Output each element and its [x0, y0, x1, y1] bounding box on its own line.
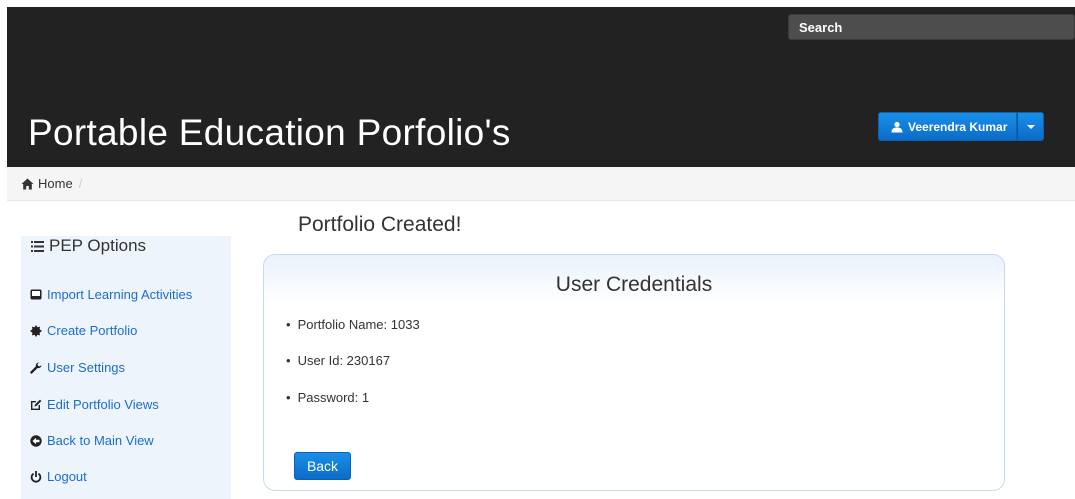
user-icon	[891, 121, 903, 132]
credentials-panel: User Credentials • Portfolio Name: 1033 …	[263, 254, 1005, 491]
credential-text: Portfolio Name: 1033	[297, 317, 420, 332]
user-menu-caret-button[interactable]	[1017, 112, 1045, 141]
breadcrumb: Home /	[7, 167, 1075, 201]
user-menu-button[interactable]: Veerendra Kumar	[878, 112, 1018, 141]
sidebar-title: PEP Options	[31, 236, 146, 256]
list-item: • Password: 1	[286, 390, 369, 405]
edit-icon	[31, 399, 42, 410]
back-button[interactable]: Back	[294, 452, 351, 480]
sidebar-item-label: Edit Portfolio Views	[47, 397, 159, 412]
credential-text: User Id: 230167	[297, 353, 391, 368]
list-icon	[31, 240, 44, 252]
certificate-icon	[30, 324, 42, 337]
caret-down-icon	[1026, 124, 1035, 129]
back-circle-icon	[30, 434, 42, 447]
sidebar-item-label: Create Portfolio	[47, 323, 138, 338]
home-icon	[21, 178, 34, 189]
breadcrumb-separator: /	[78, 176, 83, 191]
sidebar-item-back-to-main-view[interactable]: Back to Main View	[30, 433, 154, 448]
app-title: Portable Education Porfolio's	[28, 112, 511, 153]
sidebar-item-label: Logout	[47, 469, 87, 484]
sidebar-item-label: Import Learning Activities	[47, 287, 193, 302]
sidebar-item-create-portfolio[interactable]: Create Portfolio	[30, 323, 137, 338]
sidebar-item-label: Back to Main View	[47, 433, 154, 448]
top-navbar: Portable Education Porfolio's Veerendra …	[7, 7, 1075, 167]
user-menu: Veerendra Kumar	[878, 112, 1045, 141]
bullet-icon: •	[286, 353, 291, 368]
wrench-icon	[30, 361, 42, 374]
sidebar: PEP Options Import Learning Activities C…	[21, 236, 231, 499]
user-name: Veerendra Kumar	[908, 119, 1008, 134]
bullet-icon: •	[286, 390, 291, 405]
sidebar-item-edit-portfolio-views[interactable]: Edit Portfolio Views	[30, 397, 159, 412]
search-input[interactable]	[788, 14, 1075, 40]
panel-title: User Credentials	[555, 273, 713, 296]
breadcrumb-home-link[interactable]: Home	[21, 176, 73, 191]
hdd-icon	[30, 289, 42, 300]
sidebar-title-label: PEP Options	[49, 236, 147, 255]
credential-text: Password: 1	[297, 390, 370, 405]
sidebar-item-logout[interactable]: Logout	[30, 469, 87, 484]
sidebar-item-user-settings[interactable]: User Settings	[30, 360, 125, 375]
page-heading: Portfolio Created!	[298, 213, 462, 236]
bullet-icon: •	[286, 317, 291, 332]
list-item: • Portfolio Name: 1033	[286, 317, 420, 332]
sidebar-item-label: User Settings	[47, 360, 126, 375]
breadcrumb-home-label: Home	[38, 176, 73, 191]
sidebar-item-import-learning-activities[interactable]: Import Learning Activities	[30, 287, 192, 302]
list-item: • User Id: 230167	[286, 353, 390, 368]
power-icon	[30, 470, 42, 483]
